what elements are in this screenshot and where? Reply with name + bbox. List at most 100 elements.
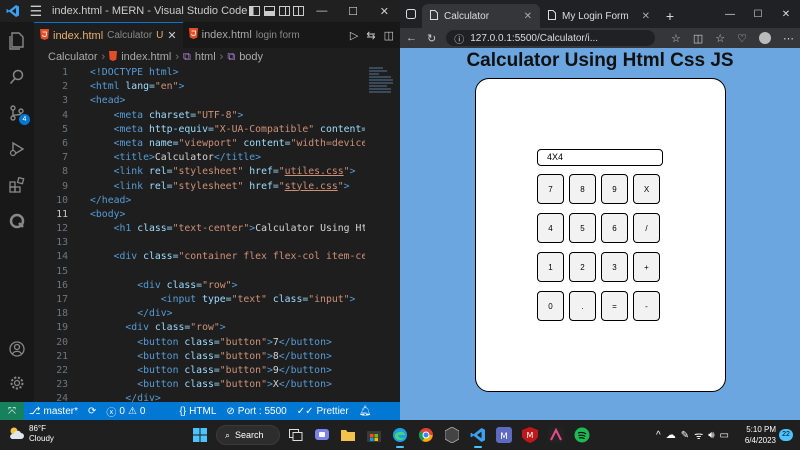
- calc-button-multiply[interactable]: X: [633, 174, 660, 204]
- task-view-icon[interactable]: [286, 425, 306, 445]
- account-icon[interactable]: [0, 334, 34, 364]
- close-icon[interactable]: ✕: [772, 9, 800, 20]
- spotify-icon[interactable]: [572, 425, 592, 445]
- tab-index-calculator[interactable]: index.html Calculator U ✕: [34, 22, 183, 48]
- arc-app-icon[interactable]: [546, 425, 566, 445]
- quokka-icon[interactable]: [0, 206, 34, 236]
- edge-browser-icon[interactable]: [390, 425, 410, 448]
- minimize-icon[interactable]: —: [306, 0, 337, 22]
- taskbar-clock[interactable]: 5:10 PM 6/4/2023: [736, 424, 776, 446]
- calc-button-minus[interactable]: -: [633, 291, 660, 321]
- calc-button-3[interactable]: 3: [601, 252, 628, 282]
- windows-start-icon[interactable]: [190, 425, 210, 445]
- calculator-display[interactable]: 4X4: [537, 149, 663, 166]
- calc-button-6[interactable]: 6: [601, 213, 628, 243]
- problems-indicator[interactable]: ⓧ 0 ⚠ 0: [101, 404, 150, 419]
- run-debug-icon[interactable]: [0, 134, 34, 164]
- layout-side-icon[interactable]: [277, 0, 292, 22]
- star-icon[interactable]: ☆: [671, 32, 681, 45]
- vscode-taskbar-icon[interactable]: [468, 425, 488, 448]
- tab-close-icon[interactable]: ✕: [524, 11, 532, 22]
- mcafee-icon[interactable]: M: [520, 425, 540, 445]
- search-icon[interactable]: [0, 62, 34, 92]
- code-link[interactable]: style.css: [285, 181, 338, 192]
- maximize-icon[interactable]: ☐: [744, 9, 772, 20]
- taskbar-search[interactable]: ⌕ Search: [216, 425, 280, 445]
- calc-button-4[interactable]: 4: [537, 213, 564, 243]
- breadcrumb-body[interactable]: body: [239, 51, 263, 63]
- prettier-status[interactable]: ✓✓ Prettier: [292, 406, 354, 417]
- calc-button-1[interactable]: 1: [537, 252, 564, 282]
- health-icon[interactable]: ♡: [737, 32, 747, 45]
- microsoft-store-icon[interactable]: [364, 425, 384, 445]
- code-link[interactable]: utiles.css: [285, 166, 344, 177]
- new-tab-icon[interactable]: +: [658, 4, 682, 28]
- explorer-icon[interactable]: [0, 26, 34, 56]
- vscode-logo-icon: [0, 0, 26, 22]
- chrome-icon[interactable]: [416, 425, 436, 445]
- more-options-icon[interactable]: ⋯: [783, 32, 794, 45]
- calc-button-divide[interactable]: /: [633, 213, 660, 243]
- browser-tab-login[interactable]: My Login Form ✕: [540, 4, 658, 28]
- weather-widget[interactable]: 86°F Cloudy: [8, 424, 54, 444]
- layout-bottom-icon[interactable]: [262, 0, 277, 22]
- hamburger-menu-icon[interactable]: ☰: [26, 0, 46, 22]
- calc-button-decimal[interactable]: .: [569, 291, 596, 321]
- calc-button-8[interactable]: 8: [569, 174, 596, 204]
- notification-count-badge[interactable]: 22: [779, 429, 793, 441]
- breadcrumb-file[interactable]: index.html: [121, 51, 171, 63]
- mern-app-icon[interactable]: M: [494, 425, 514, 445]
- tab-index-login[interactable]: index.html login form: [183, 22, 306, 48]
- calc-button-5[interactable]: 5: [569, 213, 596, 243]
- settings-gear-icon[interactable]: [0, 368, 34, 398]
- browser-tab-calculator[interactable]: Calculator ✕: [422, 4, 540, 28]
- chevron-up-icon[interactable]: ^: [656, 430, 661, 441]
- tab-close-icon[interactable]: ✕: [642, 11, 650, 22]
- compare-icon[interactable]: ⇆: [366, 29, 375, 42]
- layout-panel-icon[interactable]: [247, 0, 262, 22]
- split-screen-icon[interactable]: ◫: [693, 32, 703, 45]
- breadcrumb-folder[interactable]: Calculator: [48, 51, 98, 63]
- tab-close-icon[interactable]: ✕: [167, 29, 176, 42]
- git-branch[interactable]: ⎇ master*: [24, 406, 83, 417]
- extensions-icon[interactable]: [0, 170, 34, 200]
- close-icon[interactable]: ✕: [369, 0, 400, 22]
- address-bar[interactable]: ⓘ 127.0.0.1:5500/Calculator/i...: [446, 30, 655, 46]
- tab-actions-icon[interactable]: [400, 0, 422, 28]
- reload-icon[interactable]: ↻: [427, 32, 436, 45]
- back-arrow-icon[interactable]: ←: [406, 32, 417, 44]
- wifi-icon[interactable]: ᯤ: [694, 428, 703, 442]
- calc-button-9[interactable]: 9: [601, 174, 628, 204]
- profile-avatar[interactable]: [759, 32, 771, 44]
- unity-hub-icon[interactable]: [442, 425, 462, 445]
- html-file-icon: [109, 50, 118, 64]
- windows-ink-icon[interactable]: ✎: [681, 430, 689, 441]
- maximize-icon[interactable]: ☐: [337, 0, 368, 22]
- onedrive-sync-icon[interactable]: ☁: [666, 430, 676, 441]
- breadcrumb-html[interactable]: html: [195, 51, 216, 63]
- split-editor-icon[interactable]: ◫: [384, 29, 394, 42]
- calc-button-0[interactable]: 0: [537, 291, 564, 321]
- remote-icon[interactable]: ⤧: [0, 402, 24, 420]
- calc-button-plus[interactable]: +: [633, 252, 660, 282]
- teams-chat-icon[interactable]: [312, 425, 332, 445]
- run-icon[interactable]: ▷: [350, 29, 358, 42]
- calc-button-equals[interactable]: =: [601, 291, 628, 321]
- live-server-port[interactable]: ⊘ Port : 5500: [221, 406, 291, 417]
- volume-icon[interactable]: 🔊︎: [708, 430, 714, 441]
- battery-icon[interactable]: ▭: [720, 430, 729, 441]
- branch-label: master*: [43, 405, 78, 417]
- source-control-icon[interactable]: 4: [0, 98, 34, 128]
- favorites-icon[interactable]: ☆: [715, 32, 725, 45]
- code-editor[interactable]: 1 <!DOCTYPE html> 2 <html lang="en"> 3 <hea…: [34, 66, 365, 402]
- sync-icon[interactable]: ⟳: [83, 406, 101, 417]
- file-explorer-icon[interactable]: [338, 425, 358, 445]
- calc-button-7[interactable]: 7: [537, 174, 564, 204]
- minimize-icon[interactable]: —: [716, 9, 744, 20]
- calc-button-2[interactable]: 2: [569, 252, 596, 282]
- code-token: <head>: [90, 95, 126, 107]
- notifications-bell-icon[interactable]: 🔔︎: [354, 406, 377, 417]
- minimap[interactable]: [365, 66, 400, 402]
- layout-grid-icon[interactable]: [292, 0, 307, 22]
- language-mode[interactable]: {} HTML: [174, 406, 221, 417]
